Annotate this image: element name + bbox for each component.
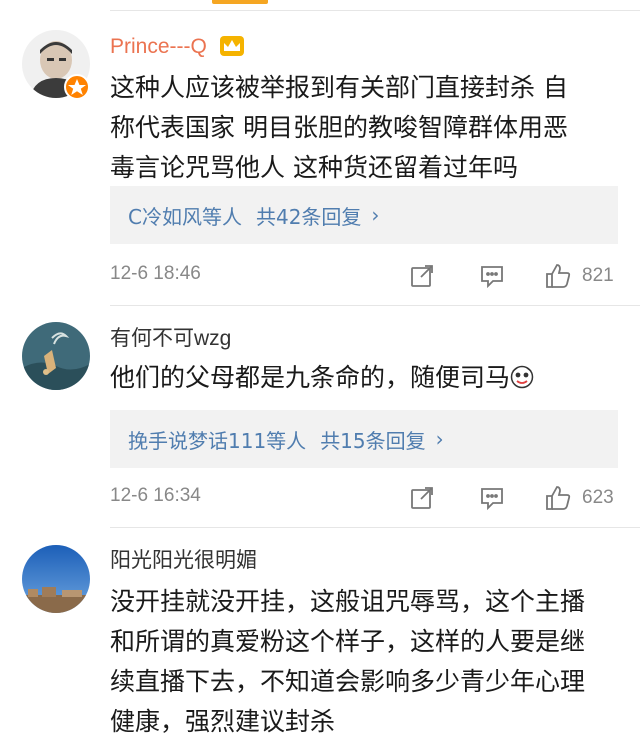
tab-indicator [212,0,268,4]
username[interactable]: 有何不可wzg [110,326,231,352]
reply-count: 共15条回复 [320,428,426,453]
comment-icon[interactable] [478,261,506,291]
username[interactable]: Prince---Q [110,34,207,60]
like-button[interactable]: 821 [544,261,614,291]
crown-icon [219,35,245,57]
vip-badge-icon [64,74,90,100]
comment-line: 健康，强烈建议封杀 [110,707,336,733]
comment-text: 没开挂就没开挂，这般诅咒辱骂，这个主播 和所谓的真爱粉这个样子，这样的人要是继 … [110,582,615,733]
comment-line: 没开挂就没开挂，这般诅咒辱骂，这个主播 [110,587,586,616]
comment-meta: 12-6 18:46 821 [110,261,620,291]
comment-text: 这种人应该被举报到有关部门直接封杀 自 称代表国家 明目张胆的教唆智障群体用恶 … [110,68,615,188]
like-count: 821 [582,265,614,286]
like-icon [544,484,572,512]
timestamp: 12-6 18:46 [110,263,201,284]
comment-icon[interactable] [478,483,506,513]
comment-line: 称代表国家 明目张胆的教唆智障群体用恶 [110,113,568,142]
avatar[interactable] [22,322,90,390]
replies-link[interactable]: C冷如风等人 共42条回复 › [110,186,618,244]
comment-line: 这种人应该被举报到有关部门直接封杀 自 [110,73,568,102]
comments-page: Prince---Q 这种人应该被举报到有关部门直接封杀 自 称代表国家 明目张… [0,0,640,733]
reply-names: 挽手说梦话111等人 [128,428,307,453]
replies-link[interactable]: 挽手说梦话111等人 共15条回复 › [110,410,618,468]
avatar[interactable] [22,545,90,613]
reply-names: C冷如风等人 [128,204,242,229]
chevron-right-icon: › [371,203,380,227]
like-icon [544,262,572,290]
like-button[interactable]: 623 [544,483,614,513]
comment-line: 和所谓的真爱粉这个样子，这样的人要是继 [110,627,586,656]
emoji-icon [510,365,534,389]
share-icon[interactable] [408,261,436,291]
share-icon[interactable] [408,483,436,513]
like-count: 623 [582,487,614,508]
reply-count: 共42条回复 [255,204,362,229]
divider [110,527,640,528]
comment-line: 毒言论咒骂他人 这种货还留着过年吗 [110,153,518,182]
divider [110,305,640,306]
timestamp: 12-6 16:34 [110,485,201,506]
username[interactable]: 阳光阳光很明媚 [110,548,257,574]
comment-meta: 12-6 16:34 623 [110,483,620,513]
comment-line: 续直播下去，不知道会影响多少青少年心理 [110,667,586,696]
comment-line: 他们的父母都是九条命的，随便司马 [110,358,615,398]
chevron-right-icon: › [435,427,444,451]
comment-text: 他们的父母都是九条命的，随便司马 [110,358,615,398]
divider [110,10,640,11]
